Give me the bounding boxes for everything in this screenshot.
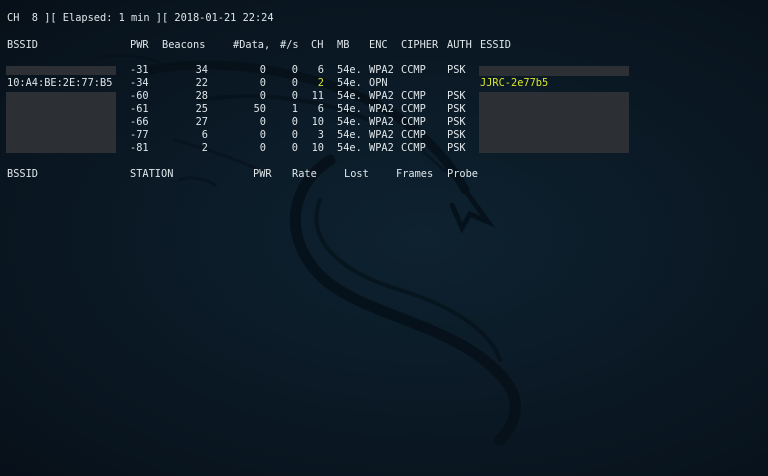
ap-auth: PSK xyxy=(447,116,466,128)
ap-rate: 0 xyxy=(291,64,298,76)
ap-rate: 1 xyxy=(291,103,298,115)
ap-cipher: CCMP xyxy=(401,142,426,154)
ap-ch: 11 xyxy=(311,90,324,102)
ap-pwr: -34 xyxy=(130,77,149,89)
ap-data: 0 xyxy=(259,116,266,128)
ap-ch: 10 xyxy=(311,116,324,128)
header-mb: MB xyxy=(337,39,350,51)
ap-enc: OPN xyxy=(369,77,388,89)
ap-rate: 0 xyxy=(291,129,298,141)
station-header-rate: Rate xyxy=(292,168,317,180)
ap-mb: 54e. xyxy=(337,129,362,141)
ap-ch: 6 xyxy=(317,103,324,115)
ap-pwr: -60 xyxy=(130,90,149,102)
ap-pwr: -66 xyxy=(130,116,149,128)
terminal-output: CH 8 ][ Elapsed: 1 min ][ 2018-01-21 22:… xyxy=(0,0,768,476)
station-header-pwr: PWR xyxy=(253,168,272,180)
header-ch: CH xyxy=(311,39,324,51)
ap-beacons: 2 xyxy=(201,142,208,154)
redacted-bssid-group xyxy=(6,92,116,153)
ap-rate: 0 xyxy=(291,90,298,102)
redacted-essid-1 xyxy=(479,66,629,76)
station-header-lost: Lost xyxy=(344,168,369,180)
header-enc: ENC xyxy=(369,39,388,51)
ap-auth: PSK xyxy=(447,142,466,154)
ap-rate: 0 xyxy=(291,142,298,154)
header-cipher: CIPHER xyxy=(401,39,439,51)
ap-cipher: CCMP xyxy=(401,103,426,115)
ap-ch: 10 xyxy=(311,142,324,154)
ap-pwr: -31 xyxy=(130,64,149,76)
ap-essid: JJRC-2e77b5 xyxy=(480,77,549,89)
ap-bssid: 10:A4:BE:2E:77:B5 xyxy=(7,77,113,89)
ap-enc: WPA2 xyxy=(369,103,394,115)
header-beacons: Beacons xyxy=(162,39,206,51)
ap-mb: 54e. xyxy=(337,90,362,102)
ap-data: 0 xyxy=(259,77,266,89)
header-bssid: BSSID xyxy=(7,39,38,51)
ap-data: 0 xyxy=(259,64,266,76)
ap-beacons: 28 xyxy=(195,90,208,102)
ap-beacons: 25 xyxy=(195,103,208,115)
ap-ch: 6 xyxy=(317,64,324,76)
ap-enc: WPA2 xyxy=(369,116,394,128)
station-header-probe: Probe xyxy=(447,168,478,180)
header-auth: AUTH xyxy=(447,39,472,51)
ap-beacons: 34 xyxy=(195,64,208,76)
ap-data: 0 xyxy=(259,129,266,141)
ap-beacons: 27 xyxy=(195,116,208,128)
ap-rate: 0 xyxy=(291,116,298,128)
redacted-bssid-1 xyxy=(6,66,116,75)
ap-enc: WPA2 xyxy=(369,129,394,141)
ap-ch: 2 xyxy=(317,77,324,89)
station-header-bssid: BSSID xyxy=(7,168,38,180)
ap-enc: WPA2 xyxy=(369,142,394,154)
ap-mb: 54e. xyxy=(337,77,362,89)
ap-pwr: -77 xyxy=(130,129,149,141)
ap-mb: 54e. xyxy=(337,103,362,115)
ap-pwr: -81 xyxy=(130,142,149,154)
status-line: CH 8 ][ Elapsed: 1 min ][ 2018-01-21 22:… xyxy=(7,12,274,24)
ap-auth: PSK xyxy=(447,103,466,115)
header-data: #Data, xyxy=(233,39,271,51)
ap-cipher: CCMP xyxy=(401,129,426,141)
ap-mb: 54e. xyxy=(337,64,362,76)
ap-data: 0 xyxy=(259,90,266,102)
ap-cipher: CCMP xyxy=(401,90,426,102)
redacted-essid-group xyxy=(479,92,629,153)
ap-auth: PSK xyxy=(447,90,466,102)
ap-mb: 54e. xyxy=(337,116,362,128)
ap-data: 50 xyxy=(253,103,266,115)
ap-mb: 54e. xyxy=(337,142,362,154)
ap-rate: 0 xyxy=(291,77,298,89)
ap-auth: PSK xyxy=(447,129,466,141)
ap-cipher: CCMP xyxy=(401,116,426,128)
header-pwr: PWR xyxy=(130,39,149,51)
ap-beacons: 6 xyxy=(201,129,208,141)
ap-pwr: -61 xyxy=(130,103,149,115)
ap-enc: WPA2 xyxy=(369,90,394,102)
ap-data: 0 xyxy=(259,142,266,154)
station-header-frames: Frames xyxy=(396,168,434,180)
header-essid: ESSID xyxy=(480,39,511,51)
ap-enc: WPA2 xyxy=(369,64,394,76)
header-rate: #/s xyxy=(280,39,299,51)
ap-beacons: 22 xyxy=(195,77,208,89)
station-header-station: STATION xyxy=(130,168,174,180)
ap-auth: PSK xyxy=(447,64,466,76)
ap-cipher: CCMP xyxy=(401,64,426,76)
ap-ch: 3 xyxy=(317,129,324,141)
